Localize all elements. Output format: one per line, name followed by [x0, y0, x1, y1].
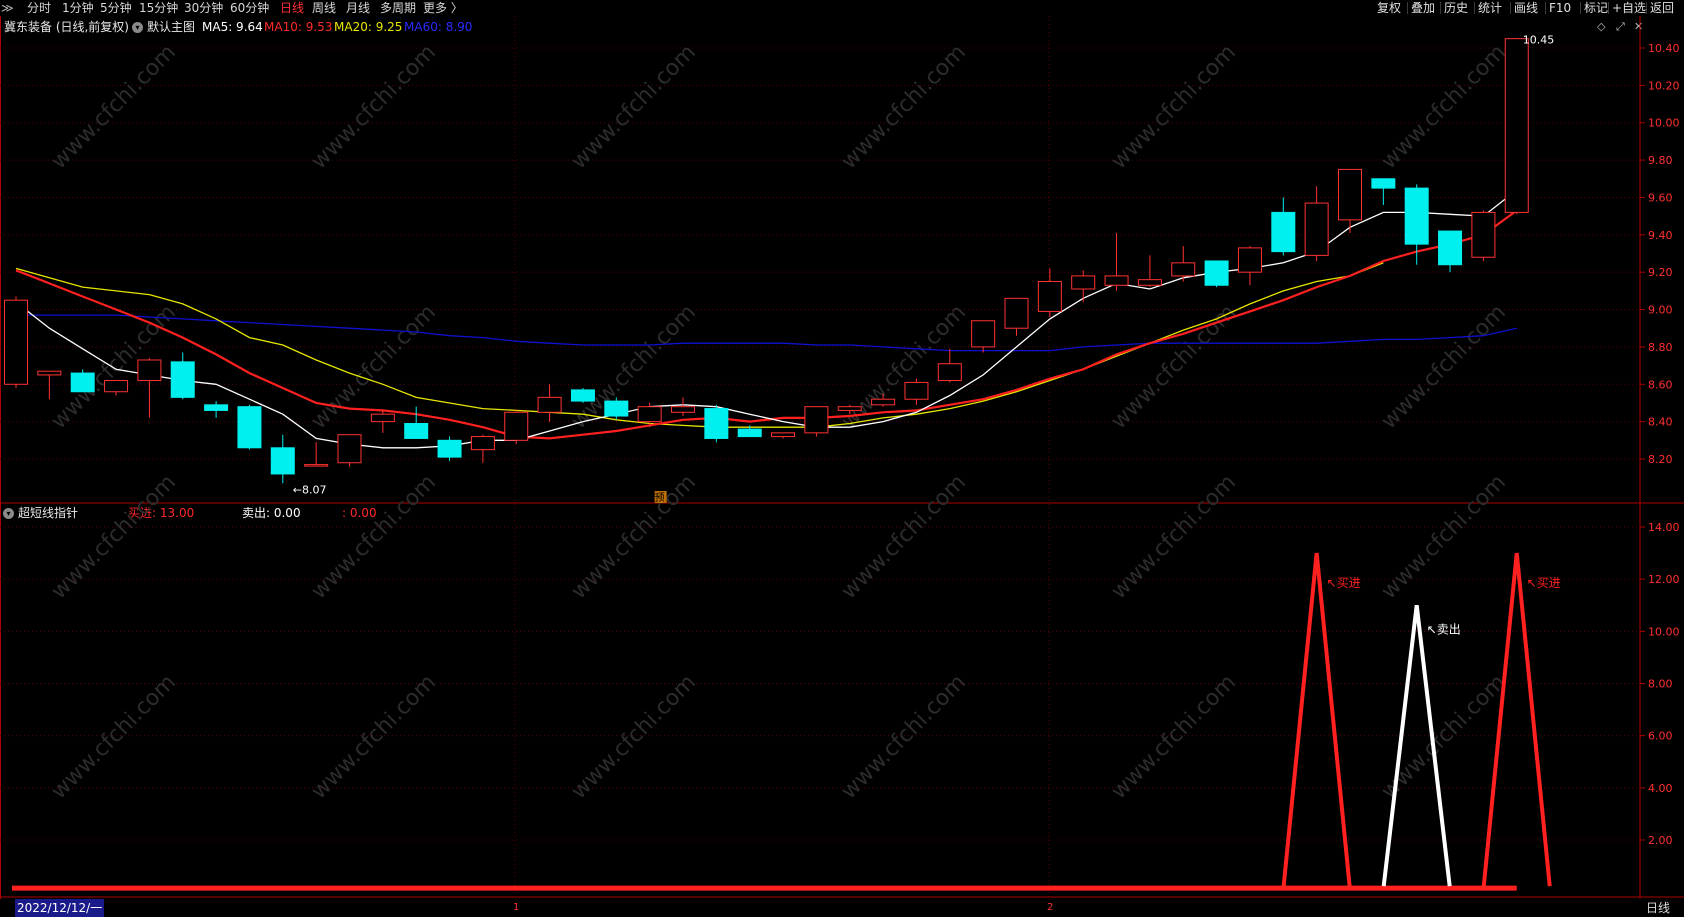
watermark-text: www.cfchi.com	[837, 670, 971, 804]
indicator-tick-label: 8.00	[1648, 678, 1673, 691]
signal-spike	[1481, 552, 1552, 887]
watermark-text: www.cfchi.com	[1377, 40, 1511, 174]
forecast-marker: 预	[655, 492, 665, 504]
candle-body-up	[370, 413, 395, 423]
price-tick-label: 8.20	[1648, 453, 1673, 466]
candle-body-up	[1071, 275, 1096, 290]
candle-body-down	[1438, 230, 1463, 266]
candle-body-up	[637, 406, 662, 423]
price-tick-label: 10.40	[1648, 42, 1680, 55]
candle-body-up	[1104, 275, 1129, 286]
candle-body-up	[1004, 297, 1029, 329]
price-tick-label: 9.00	[1648, 304, 1673, 317]
price-tick-label: 8.80	[1648, 341, 1673, 354]
price-tick-label: 8.40	[1648, 416, 1673, 429]
watermark-text: www.cfchi.com	[567, 670, 701, 804]
candle-body-down	[237, 406, 262, 449]
price-tick-label: 9.20	[1648, 266, 1673, 279]
candle-body-down	[604, 400, 629, 417]
candle-body-up	[1338, 168, 1362, 221]
candle-body-up	[937, 363, 962, 382]
candle-body-up	[137, 359, 162, 382]
watermark-text: www.cfchi.com	[47, 40, 181, 174]
period-axis-label[interactable]: 日线	[1646, 899, 1670, 917]
candle-body-up	[871, 398, 896, 406]
watermark-text: www.cfchi.com	[1107, 670, 1241, 804]
min-price-label: ←8.07	[293, 483, 327, 496]
candle-body-down	[1204, 260, 1229, 286]
candle-body-up	[304, 464, 329, 467]
candle-body-up	[470, 436, 495, 451]
chart-canvas[interactable]: 10.40 10.20 10.00 9.80 9.60 9.40 9.20 9.00 8.80 8…	[0, 0, 1684, 917]
signal-label: ↖买进	[1527, 576, 1561, 590]
candle-body-down	[737, 428, 762, 438]
candle-body-up	[4, 299, 28, 385]
signal-label: ↖买进	[1327, 576, 1361, 590]
candle-body-up	[1137, 279, 1162, 286]
watermark-text: www.cfchi.com	[837, 470, 971, 604]
candle-body-down	[170, 361, 195, 398]
candle-body-down	[1371, 178, 1396, 189]
watermark-text: www.cfchi.com	[1377, 300, 1511, 434]
price-tick-label: 10.00	[1648, 117, 1680, 130]
candle-body-up	[1171, 262, 1196, 277]
indicator-tick-label: 14.00	[1648, 521, 1680, 534]
candle-body-down	[437, 439, 462, 458]
max-price-label: 10.45	[1523, 34, 1555, 47]
candle-body-up	[671, 406, 695, 413]
candle-body-up	[1471, 211, 1496, 258]
signal-spike	[1281, 552, 1352, 887]
watermark-text: www.cfchi.com	[1107, 470, 1241, 604]
candle-body-up	[537, 396, 562, 413]
watermark-text: www.cfchi.com	[567, 40, 701, 174]
indicator-tick-label: 12.00	[1648, 573, 1680, 586]
candle-body-down	[1404, 187, 1429, 245]
indicator-tick-label: 4.00	[1648, 782, 1673, 795]
indicator-tick-label: 10.00	[1648, 625, 1680, 638]
candle-body-up	[1304, 202, 1329, 256]
watermark-text: www.cfchi.com	[307, 40, 441, 174]
candle-body-up	[904, 381, 929, 400]
candle-body-down	[1271, 211, 1296, 253]
candle-body-down	[270, 447, 295, 475]
candle-body-up	[1504, 38, 1529, 213]
candle-body-up	[837, 406, 862, 411]
watermark-text: www.cfchi.com	[47, 470, 181, 604]
indicator-tick-label: 2.00	[1648, 834, 1673, 847]
candle-body-down	[570, 389, 595, 402]
price-tick-label: 9.80	[1648, 154, 1673, 167]
candle-body-up	[804, 406, 829, 434]
price-tick-label: 9.60	[1648, 191, 1673, 204]
candle-body-down	[204, 404, 229, 411]
watermark-text: www.cfchi.com	[1377, 470, 1511, 604]
watermark-text: www.cfchi.com	[307, 670, 441, 804]
watermark-text: www.cfchi.com	[307, 470, 441, 604]
candle-body-up	[771, 432, 796, 438]
candle-body-up	[971, 320, 996, 348]
candle-body-down	[70, 372, 95, 393]
date-cursor: 2022/12/12/一	[15, 899, 105, 917]
watermark-text: www.cfchi.com	[1107, 40, 1241, 174]
bottom-bar: 2022/12/12/一 1 2 日线	[0, 899, 1684, 917]
watermark-text: www.cfchi.com	[567, 300, 701, 434]
candle-body-up	[37, 370, 62, 376]
candle-body-up	[504, 411, 529, 441]
candle-body-up	[1037, 281, 1062, 312]
candle-body-down	[704, 408, 729, 439]
price-tick-label: 9.40	[1648, 229, 1673, 242]
watermark-text: www.cfchi.com	[47, 670, 181, 804]
signal-label: ↖卖出	[1427, 622, 1461, 636]
candle-body-up	[1237, 247, 1262, 273]
candle-body-up	[104, 380, 129, 393]
watermark-text: www.cfchi.com	[837, 40, 971, 174]
price-tick-label: 8.60	[1648, 378, 1673, 391]
price-tick-label: 10.20	[1648, 79, 1680, 92]
month-marker-1: 1	[513, 902, 520, 913]
candle-body-up	[337, 434, 362, 464]
watermark-text: www.cfchi.com	[567, 470, 701, 604]
indicator-tick-label: 6.00	[1648, 730, 1673, 743]
month-marker-2: 2	[1047, 902, 1054, 913]
candle-body-down	[404, 423, 429, 439]
